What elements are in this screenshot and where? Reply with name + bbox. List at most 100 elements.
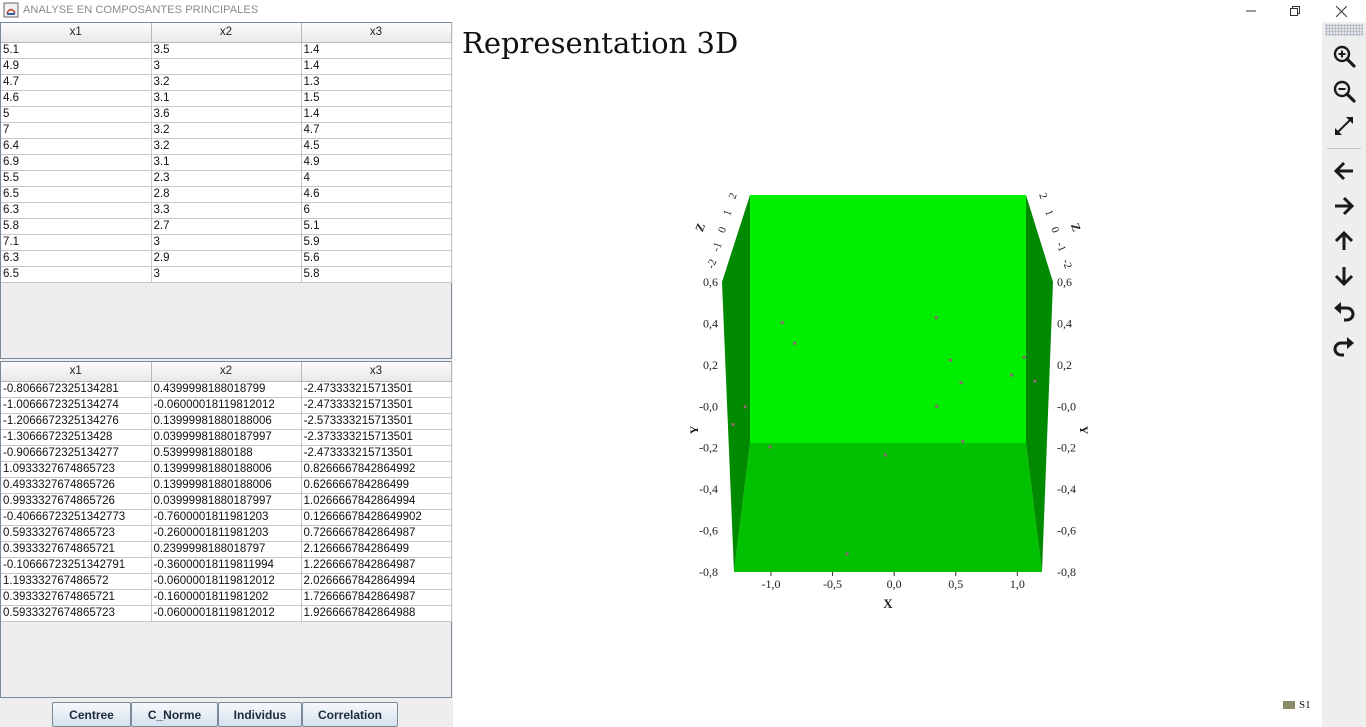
table-row[interactable]: -0.9066672325134277 0.53999981880188 -2.47… (1, 445, 452, 462)
fit-to-window-button[interactable] (1327, 109, 1361, 142)
table-cell[interactable]: 6.3 (1, 250, 152, 267)
table-cell[interactable]: -2.373333215713501 (301, 429, 452, 446)
table-cell[interactable]: 4.9 (1, 58, 152, 75)
table-row[interactable]: 1.0933327674865723 0.13999981880188006 0.8… (1, 461, 452, 478)
table-cell[interactable]: 0.7266667842864987 (301, 525, 452, 542)
table-cell[interactable]: -0.2600001811981203 (151, 525, 302, 542)
table-cell[interactable]: 7.1 (1, 234, 152, 251)
table-cell[interactable]: 2.3 (151, 170, 302, 187)
table-row[interactable]: 7.1 3 5.9 (1, 234, 452, 251)
table-cell[interactable]: 3.2 (151, 138, 302, 155)
table-cell[interactable]: -2.473333215713501 (301, 445, 452, 462)
table-cell[interactable]: 5.9 (301, 234, 452, 251)
table-row[interactable]: 6.4 3.2 4.5 (1, 138, 452, 155)
column-header-x1[interactable]: x1 (1, 23, 152, 43)
table-row[interactable]: 0.4933327674865726 0.13999981880188006 0.6… (1, 477, 452, 494)
table-cell[interactable]: 3.5 (151, 42, 302, 59)
table-cell[interactable]: 1.7266667842864987 (301, 589, 452, 606)
table-row[interactable]: 5 3.6 1.4 (1, 106, 452, 123)
table-cell[interactable]: 2.0266667842864994 (301, 573, 452, 590)
table-row[interactable]: -0.10666723251342791 -0.36000018119811994… (1, 557, 452, 574)
table-row[interactable]: -0.8066672325134281 0.4399998188018799 -2.… (1, 381, 452, 398)
table-cell[interactable]: 5.8 (301, 266, 452, 283)
pan-left-button[interactable] (1327, 154, 1361, 187)
minimize-button[interactable] (1228, 0, 1274, 22)
table-cell[interactable]: 0.53999981880188 (151, 445, 302, 462)
table-cell[interactable]: 6.4 (1, 138, 152, 155)
table-cell[interactable]: 3 (151, 234, 302, 251)
table-row[interactable]: 5.8 2.7 5.1 (1, 218, 452, 235)
centered-data-table-scrollpane[interactable]: x1 x2 x3 -0.8066672325134281 0.439999818801… (0, 361, 452, 698)
table-cell[interactable]: 3.6 (151, 106, 302, 123)
table-cell[interactable]: -0.06000018119812012 (151, 573, 302, 590)
individus-button[interactable]: Individus (218, 702, 302, 727)
table-cell[interactable]: 6.3 (1, 202, 152, 219)
table-cell[interactable]: 1.0933327674865723 (1, 461, 152, 478)
table-cell[interactable]: 3.3 (151, 202, 302, 219)
table-cell[interactable]: 4.6 (301, 186, 452, 203)
table-row[interactable]: 7 3.2 4.7 (1, 122, 452, 139)
table-cell[interactable]: 0.3933327674865721 (1, 589, 152, 606)
table-cell[interactable]: 3.2 (151, 74, 302, 91)
rotate-right-button[interactable] (1327, 329, 1361, 362)
table-cell[interactable]: -0.06000018119812012 (151, 605, 302, 622)
table-row[interactable]: 5.1 3.5 1.4 (1, 42, 452, 59)
table-cell[interactable]: 0.13999981880188006 (151, 477, 302, 494)
table-cell[interactable]: 0.03999981880187997 (151, 429, 302, 446)
table-cell[interactable]: 0.4399998188018799 (151, 381, 302, 398)
table-cell[interactable]: -0.8066672325134281 (1, 381, 152, 398)
table-cell[interactable]: 0.2399998188018797 (151, 541, 302, 558)
table-row[interactable]: -1.0066672325134274 -0.06000018119812012-… (1, 397, 452, 414)
close-button[interactable] (1318, 0, 1364, 22)
table-cell[interactable]: 0.9933327674865726 (1, 493, 152, 510)
table-cell[interactable]: 5.8 (1, 218, 152, 235)
table-row[interactable]: 6.5 3 5.8 (1, 266, 452, 283)
table-cell[interactable]: 2.9 (151, 250, 302, 267)
table-cell[interactable]: 3 (151, 58, 302, 75)
table-cell[interactable]: 0.03999981880187997 (151, 493, 302, 510)
table-cell[interactable]: 5.6 (301, 250, 452, 267)
table-cell[interactable]: -0.10666723251342791 (1, 557, 152, 574)
table-cell[interactable]: 0.13999981880188006 (151, 461, 302, 478)
table-row[interactable]: 0.5933327674865723 -0.2600001811981203 0.7… (1, 525, 452, 542)
table-cell[interactable]: 1.9266667842864988 (301, 605, 452, 622)
table-row[interactable]: 6.5 2.8 4.6 (1, 186, 452, 203)
table-row[interactable]: 4.7 3.2 1.3 (1, 74, 452, 91)
table-cell[interactable]: 5.5 (1, 170, 152, 187)
table-row[interactable]: 6.3 3.3 6 (1, 202, 452, 219)
column-header-x3[interactable]: x3 (301, 23, 452, 43)
column-header-x2[interactable]: x2 (151, 362, 302, 382)
rotate-left-button[interactable] (1327, 294, 1361, 327)
table-cell[interactable]: 1.0266667842864994 (301, 493, 452, 510)
table-cell[interactable]: 0.12666678428649902 (301, 509, 452, 526)
restore-button[interactable] (1272, 0, 1318, 22)
table-cell[interactable]: 1.2266667842864987 (301, 557, 452, 574)
table-row[interactable]: 5.5 2.3 4 (1, 170, 452, 187)
centered-data-table[interactable]: x1 x2 x3 -0.8066672325134281 0.439999818801… (1, 362, 452, 622)
column-header-x2[interactable]: x2 (151, 23, 302, 43)
original-data-table[interactable]: x1 x2 x3 5.1 3.5 1.4 4.9 3 1.4 4.7 3.2 1.3 4.6 3.1 1.… (1, 23, 452, 283)
table-cell[interactable]: 6.5 (1, 186, 152, 203)
table-cell[interactable]: -2.573333215713501 (301, 413, 452, 430)
zoom-out-button[interactable] (1327, 74, 1361, 107)
table-cell[interactable]: 2.8 (151, 186, 302, 203)
column-header-x1[interactable]: x1 (1, 362, 152, 382)
table-row[interactable]: 4.9 3 1.4 (1, 58, 452, 75)
table-row[interactable]: -1.306667232513428 0.03999981880187997 -2.… (1, 429, 452, 446)
table-cell[interactable]: 0.13999981880188006 (151, 413, 302, 430)
table-cell[interactable]: 0.5933327674865723 (1, 525, 152, 542)
table-cell[interactable]: 3.1 (151, 154, 302, 171)
table-cell[interactable]: 1.4 (301, 58, 452, 75)
table-cell[interactable]: 3.2 (151, 122, 302, 139)
table-cell[interactable]: 0.626666784286499 (301, 477, 452, 494)
table-cell[interactable]: -0.7600001811981203 (151, 509, 302, 526)
pan-down-button[interactable] (1327, 259, 1361, 292)
table-cell[interactable]: 5.1 (301, 218, 452, 235)
table-cell[interactable]: 0.5933327674865723 (1, 605, 152, 622)
table-cell[interactable]: -2.473333215713501 (301, 381, 452, 398)
original-data-table-scrollpane[interactable]: x1 x2 x3 5.1 3.5 1.4 4.9 3 1.4 4.7 3.2 1.3 4.6 3.1 1.… (0, 22, 452, 359)
table-cell[interactable]: 3.1 (151, 90, 302, 107)
table-cell[interactable]: 4.7 (301, 122, 452, 139)
pan-right-button[interactable] (1327, 189, 1361, 222)
table-cell[interactable]: 6.9 (1, 154, 152, 171)
